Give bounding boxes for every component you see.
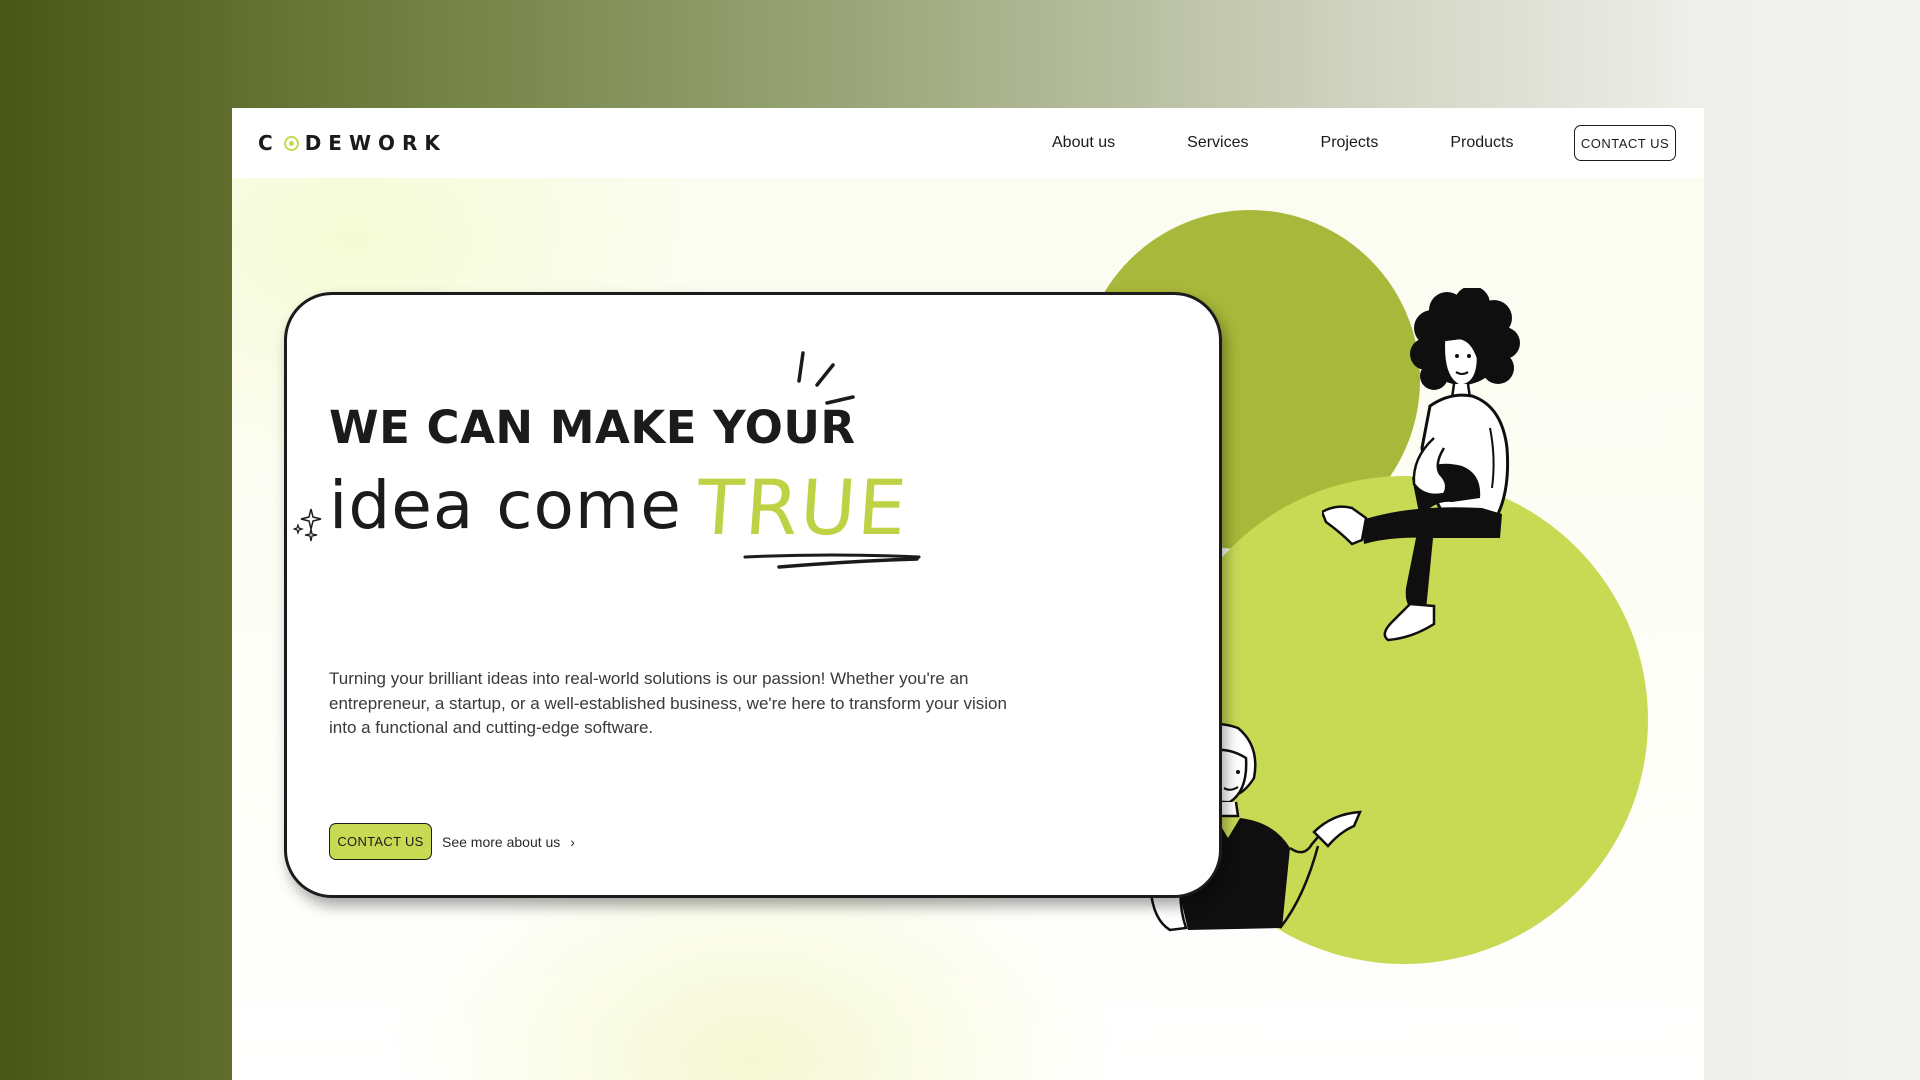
hero-headline-line1: WE CAN MAKE YOUR [329, 401, 856, 454]
nav-link-services[interactable]: Services [1187, 134, 1248, 152]
nav-link-products[interactable]: Products [1450, 134, 1513, 152]
hero-highlight-word: TRUE [693, 463, 912, 552]
see-more-link[interactable]: See more about us › [442, 831, 575, 853]
logo-text: DEWORK [304, 131, 447, 155]
burst-lines-icon [797, 351, 855, 405]
hero-contact-button[interactable]: CONTACT US [329, 823, 432, 860]
logo-letter-c: C [258, 131, 280, 155]
hero-description: Turning your brilliant ideas into real-w… [329, 669, 1007, 737]
top-navigation: C DEWORK About us Services Projects Prod… [232, 108, 1704, 178]
nav-link-about-us[interactable]: About us [1052, 134, 1115, 152]
nav-link-projects[interactable]: Projects [1321, 134, 1379, 152]
hero-card: WE CAN MAKE YOUR idea come TRUE Turning … [284, 292, 1222, 898]
sitting-person-illustration [1322, 288, 1520, 642]
chevron-right-icon: › [570, 834, 575, 850]
sparkle-icon [293, 508, 322, 542]
see-more-label: See more about us [442, 834, 561, 850]
landing-page: C DEWORK About us Services Projects Prod… [232, 108, 1704, 1080]
nav-contact-button[interactable]: CONTACT US [1574, 125, 1676, 161]
hero-headline-line2: idea come [329, 467, 682, 544]
logo-o-icon [283, 135, 299, 151]
codework-logo[interactable]: C DEWORK [258, 131, 447, 155]
nav-links: About us Services Projects Products [1052, 108, 1575, 178]
underline-stroke [743, 553, 921, 569]
